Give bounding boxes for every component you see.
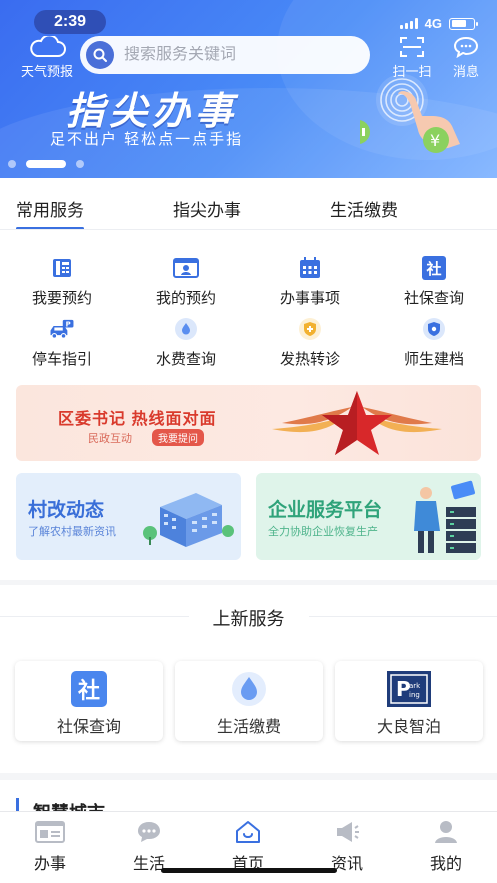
shield-icon [421,316,447,342]
service-label: 水费查询 [155,351,216,368]
new-service-social-security[interactable]: 社 社保查询 [15,661,163,741]
top-banner[interactable]: 2:39 4G 天气预报 扫一扫 消息 指尖办事 足不出户 轻松点一点手指 ¥ [0,0,497,178]
status-indicators: 4G [399,16,478,31]
water-drop-icon [173,316,199,342]
nav-item-life[interactable]: 生活 [109,820,189,874]
new-service-label: 生活缴费 [216,719,281,736]
id-card-icon [35,820,65,844]
carousel-dot[interactable] [8,160,16,168]
promo-subtitle: 民政互动 [88,433,132,445]
service-item-matters[interactable]: 办事事项 [248,255,372,308]
id-card-icon [173,255,199,281]
service-item-water-fee[interactable]: 水费查询 [124,316,248,369]
battery-icon [449,17,478,30]
service-tabs: 常用服务 指尖办事 生活缴费 [0,196,497,230]
card-subtitle: 全力协助企业恢复生产 [268,526,378,538]
nav-item-profile[interactable]: 我的 [406,820,486,874]
social-security-icon: 社 [67,671,111,707]
tab-divider [0,229,497,230]
new-service-life-payment[interactable]: 生活缴费 [175,661,323,741]
calendar-icon [297,255,323,281]
banner-title: 指尖办事 [66,91,239,133]
tab-fingertip-services[interactable]: 指尖办事 [173,196,241,230]
card-title: 村改动态 [28,500,105,521]
nav-item-news[interactable]: 资讯 [307,820,387,874]
service-label: 社保查询 [403,290,464,307]
search-icon [86,41,114,69]
enterprise-platform-card[interactable]: 企业服务平台 全力协助企业恢复生产 [256,473,481,560]
new-service-label: 社保查询 [56,719,121,736]
nav-label: 办事 [33,856,66,873]
home-indicator [161,868,337,873]
promo-title: 区委书记 热线面对面 [58,411,217,428]
service-item-parking[interactable]: P 停车指引 [0,316,124,369]
building-illustration [143,493,234,547]
search-input[interactable] [124,46,344,64]
signal-icon [399,18,418,29]
main-section: 常用服务 指尖办事 生活缴费 我要预约 我的预约 办事事项 社 社保查询 P 停… [0,178,497,580]
parking-car-icon: P [49,316,75,342]
home-icon [233,820,263,844]
social-security-icon: 社 [421,255,447,281]
svg-text:社: 社 [78,678,100,704]
network-label: 4G [424,16,442,31]
tab-life-payment[interactable]: 生活缴费 [330,196,398,230]
card-subtitle: 了解农村最新资讯 [28,526,116,538]
carousel-indicator[interactable] [8,160,84,168]
svg-text:ark: ark [409,682,421,690]
village-news-card[interactable]: 村改动态 了解农村最新资讯 [16,473,241,560]
service-item-appointment[interactable]: 我要预约 [0,255,124,308]
cloud-icon [30,36,66,57]
server-worker-illustration [414,480,476,553]
new-service-label: 大良智泊 [376,719,441,736]
service-label: 我要预约 [31,290,92,307]
nav-label: 我的 [429,856,462,873]
svg-text:ing: ing [409,691,420,699]
service-item-fever-referral[interactable]: 发热转诊 [248,316,372,369]
new-services-section: 上新服务 社 社保查询 生活缴费 Park ing 大良智泊 [0,585,497,773]
phone-booth-icon [49,255,75,281]
svg-text:¥: ¥ [430,131,440,150]
svg-text:社: 社 [425,260,441,278]
service-label: 师生建档 [403,351,464,368]
status-time: 2:39 [34,10,106,34]
nav-item-services[interactable]: 办事 [10,820,90,874]
water-drop-icon [227,671,271,707]
svg-text:P: P [66,321,71,329]
section-title-text: 上新服务 [188,609,309,629]
fingerprint-hand-illustration: ¥ [360,74,460,153]
carousel-dot[interactable] [76,160,84,168]
nav-item-home[interactable]: 首页 [208,820,288,874]
service-item-my-appointments[interactable]: 我的预约 [124,255,248,308]
chat-bubble-icon [134,820,164,844]
weather-label: 天气预报 [20,64,73,79]
parking-logo-icon: Park ing [387,671,431,707]
carousel-dot-active[interactable] [26,160,66,168]
banner-subtitle: 足不出户 轻松点一点手指 [50,131,244,148]
service-label: 我的预约 [155,290,216,307]
megaphone-icon [332,820,362,844]
hotline-promo-banner[interactable]: 区委书记 热线面对面 民政互动 我要提问 [16,385,481,461]
scan-icon [400,37,424,57]
message-icon [453,36,479,58]
service-item-student-records[interactable]: 师生建档 [372,316,496,369]
service-label: 办事事项 [279,290,340,307]
section-title: 上新服务 [0,605,497,631]
service-label: 发热转诊 [279,351,340,368]
search-bar[interactable] [80,36,370,74]
person-icon [431,820,461,844]
ask-question-button[interactable]: 我要提问 [152,429,204,446]
service-item-social-security[interactable]: 社 社保查询 [372,255,496,308]
weather-button[interactable]: 天气预报 [14,36,80,80]
service-label: 停车指引 [31,351,92,368]
medical-badge-icon [297,316,323,342]
star-illustration [272,391,442,455]
tab-common-services[interactable]: 常用服务 [16,196,84,230]
card-title: 企业服务平台 [268,500,383,521]
new-service-daliang-parking[interactable]: Park ing 大良智泊 [335,661,483,741]
